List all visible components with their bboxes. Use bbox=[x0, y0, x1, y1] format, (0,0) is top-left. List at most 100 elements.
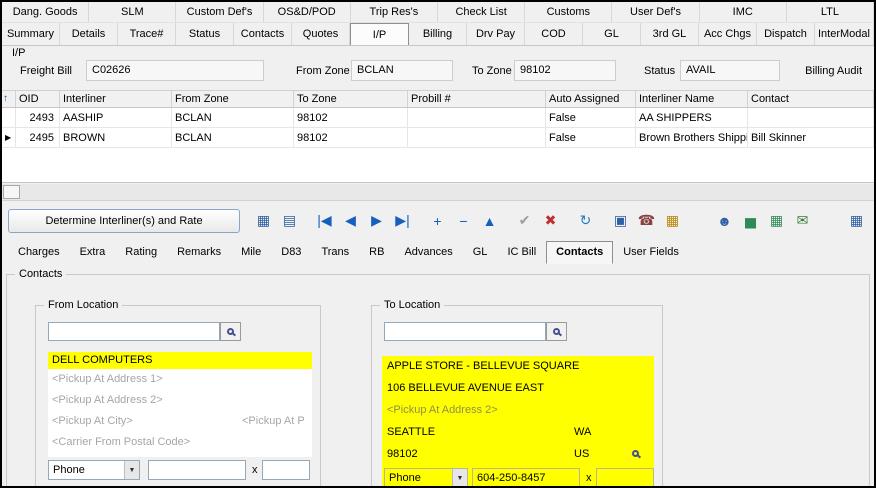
last-record-icon[interactable]: ▶| bbox=[391, 209, 414, 232]
grid-horizontal-scrollbar[interactable] bbox=[2, 184, 874, 201]
cell-auto-assigned[interactable]: False bbox=[546, 128, 636, 147]
column-header-auto-assigned[interactable]: Auto Assigned bbox=[546, 91, 636, 107]
to-address1-field[interactable]: 106 BELLEVUE AVENUE EAST bbox=[387, 382, 544, 394]
tab-acc-chgs[interactable]: Acc Chgs bbox=[699, 23, 757, 45]
tab-gl[interactable]: GL bbox=[583, 23, 641, 45]
to-phone-type-select[interactable]: Phone ▼ bbox=[384, 468, 468, 488]
delete-record-icon[interactable]: − bbox=[452, 209, 475, 232]
tab-intermodal[interactable]: InterModal bbox=[815, 23, 874, 45]
column-header-interliner[interactable]: Interliner bbox=[60, 91, 172, 107]
window-icon[interactable]: ▣ bbox=[609, 209, 632, 232]
active-row-indicator[interactable]: ▶ bbox=[2, 128, 16, 147]
from-ext-input[interactable] bbox=[262, 460, 310, 480]
subtab-rating[interactable]: Rating bbox=[115, 241, 167, 264]
tab-slm[interactable]: SLM bbox=[89, 2, 176, 22]
tab-custom-defs[interactable]: Custom Def's bbox=[176, 2, 263, 22]
to-address2-field[interactable]: <Pickup At Address 2> bbox=[387, 404, 498, 416]
tab-3rd-gl[interactable]: 3rd GL bbox=[641, 23, 699, 45]
to-location-search-input[interactable] bbox=[384, 322, 546, 341]
from-province-field[interactable]: <Pickup At P bbox=[242, 415, 305, 427]
tab-drv-pay[interactable]: Drv Pay bbox=[467, 23, 525, 45]
from-phone-number-input[interactable] bbox=[148, 460, 246, 480]
subtab-charges[interactable]: Charges bbox=[8, 241, 70, 264]
from-location-lookup-button[interactable] bbox=[220, 322, 241, 341]
from-phone-type-select[interactable]: Phone ▼ bbox=[48, 460, 140, 480]
subtab-contacts[interactable]: Contacts bbox=[546, 241, 613, 264]
cell-interliner[interactable]: AASHIP bbox=[60, 108, 172, 127]
calculator-icon[interactable]: ▦ bbox=[661, 209, 684, 232]
from-company-field[interactable]: DELL COMPUTERS bbox=[48, 352, 312, 369]
tab-dang-goods[interactable]: Dang. Goods bbox=[2, 2, 89, 22]
subtab-remarks[interactable]: Remarks bbox=[167, 241, 231, 264]
first-record-icon[interactable]: |◀ bbox=[313, 209, 336, 232]
table-row[interactable]: ▶ 2495 BROWN BCLAN 98102 False Brown Bro… bbox=[2, 128, 874, 148]
tab-osd-pod[interactable]: OS&D/POD bbox=[264, 2, 351, 22]
cell-oid[interactable]: 2495 bbox=[16, 128, 60, 147]
subtab-ic-bill[interactable]: IC Bill bbox=[497, 241, 546, 264]
freight-bill-field[interactable]: C02626 bbox=[86, 60, 264, 81]
from-city-field[interactable]: <Pickup At City> bbox=[52, 415, 133, 427]
to-postal-field[interactable]: 98102 bbox=[387, 448, 418, 460]
cell-from-zone[interactable]: BCLAN bbox=[172, 128, 294, 147]
form-view-icon[interactable]: ▤ bbox=[278, 209, 301, 232]
contact-phone-icon[interactable]: ☎ bbox=[635, 209, 658, 232]
tab-status[interactable]: Status bbox=[176, 23, 234, 45]
tab-customs[interactable]: Customs bbox=[525, 2, 612, 22]
table-row[interactable]: 2493 AASHIP BCLAN 98102 False AA SHIPPER… bbox=[2, 108, 874, 128]
cell-interliner-name[interactable]: Brown Brothers Shippin bbox=[636, 128, 748, 147]
subtab-trans[interactable]: Trans bbox=[311, 241, 359, 264]
from-postal-field[interactable]: <Carrier From Postal Code> bbox=[52, 436, 190, 448]
to-phone-number-input[interactable]: 604-250-8457 bbox=[472, 468, 580, 488]
cell-to-zone[interactable]: 98102 bbox=[294, 128, 408, 147]
from-zone-field[interactable]: BCLAN bbox=[351, 60, 453, 81]
spreadsheet-icon[interactable]: ▦ bbox=[765, 209, 788, 232]
to-city-field[interactable]: SEATTLE bbox=[387, 426, 435, 438]
cancel-edit-icon[interactable]: ✖ bbox=[539, 209, 562, 232]
subtab-rb[interactable]: RB bbox=[359, 241, 394, 264]
insert-record-icon[interactable]: + bbox=[426, 209, 449, 232]
column-header-from-zone[interactable]: From Zone bbox=[172, 91, 294, 107]
cell-contact[interactable] bbox=[748, 108, 874, 127]
to-ext-input[interactable] bbox=[596, 468, 654, 488]
chart-icon[interactable]: ▅ bbox=[739, 209, 762, 232]
cell-auto-assigned[interactable]: False bbox=[546, 108, 636, 127]
subtab-mile[interactable]: Mile bbox=[231, 241, 271, 264]
edit-record-icon[interactable]: ▲ bbox=[478, 209, 501, 232]
post-edit-icon[interactable]: ✔ bbox=[513, 209, 536, 232]
tab-ip[interactable]: I/P bbox=[350, 23, 409, 45]
billing-audit-label[interactable]: Billing Audit bbox=[805, 65, 862, 77]
cell-oid[interactable]: 2493 bbox=[16, 108, 60, 127]
column-header-probill[interactable]: Probill # bbox=[408, 91, 546, 107]
subtab-gl[interactable]: GL bbox=[463, 241, 498, 264]
tab-user-defs[interactable]: User Def's bbox=[612, 2, 699, 22]
mail-icon[interactable]: ✉ bbox=[791, 209, 814, 232]
row-selector[interactable] bbox=[2, 108, 16, 127]
tab-ltl[interactable]: LTL bbox=[787, 2, 874, 22]
cell-contact[interactable]: Bill Skinner bbox=[748, 128, 874, 147]
from-location-search-input[interactable] bbox=[48, 322, 220, 341]
subtab-user-fields[interactable]: User Fields bbox=[613, 241, 689, 264]
column-header-contact[interactable]: Contact bbox=[748, 91, 874, 107]
to-company-field[interactable]: APPLE STORE - BELLEVUE SQUARE bbox=[387, 360, 579, 372]
to-province-field[interactable]: WA bbox=[574, 426, 591, 438]
tab-trip-ress[interactable]: Trip Res's bbox=[351, 2, 438, 22]
from-address1-field[interactable]: <Pickup At Address 1> bbox=[52, 373, 163, 385]
tab-billing[interactable]: Billing bbox=[409, 23, 467, 45]
tab-quotes[interactable]: Quotes bbox=[292, 23, 350, 45]
subtab-extra[interactable]: Extra bbox=[70, 241, 116, 264]
tab-trace[interactable]: Trace# bbox=[118, 23, 176, 45]
next-record-icon[interactable]: ▶ bbox=[365, 209, 388, 232]
postal-lookup-button[interactable] bbox=[626, 445, 644, 461]
to-location-lookup-button[interactable] bbox=[546, 322, 567, 341]
tab-imc[interactable]: IMC bbox=[700, 2, 787, 22]
column-header-to-zone[interactable]: To Zone bbox=[294, 91, 408, 107]
queue-grid-icon[interactable]: ▦ bbox=[845, 209, 868, 232]
to-country-field[interactable]: US bbox=[574, 448, 589, 460]
from-address2-field[interactable]: <Pickup At Address 2> bbox=[52, 394, 163, 406]
subtab-d83[interactable]: D83 bbox=[271, 241, 311, 264]
status-field[interactable]: AVAIL bbox=[680, 60, 780, 81]
tab-contacts[interactable]: Contacts bbox=[234, 23, 292, 45]
cell-probill[interactable] bbox=[408, 128, 546, 147]
tab-details[interactable]: Details bbox=[60, 23, 118, 45]
cell-interliner[interactable]: BROWN bbox=[60, 128, 172, 147]
